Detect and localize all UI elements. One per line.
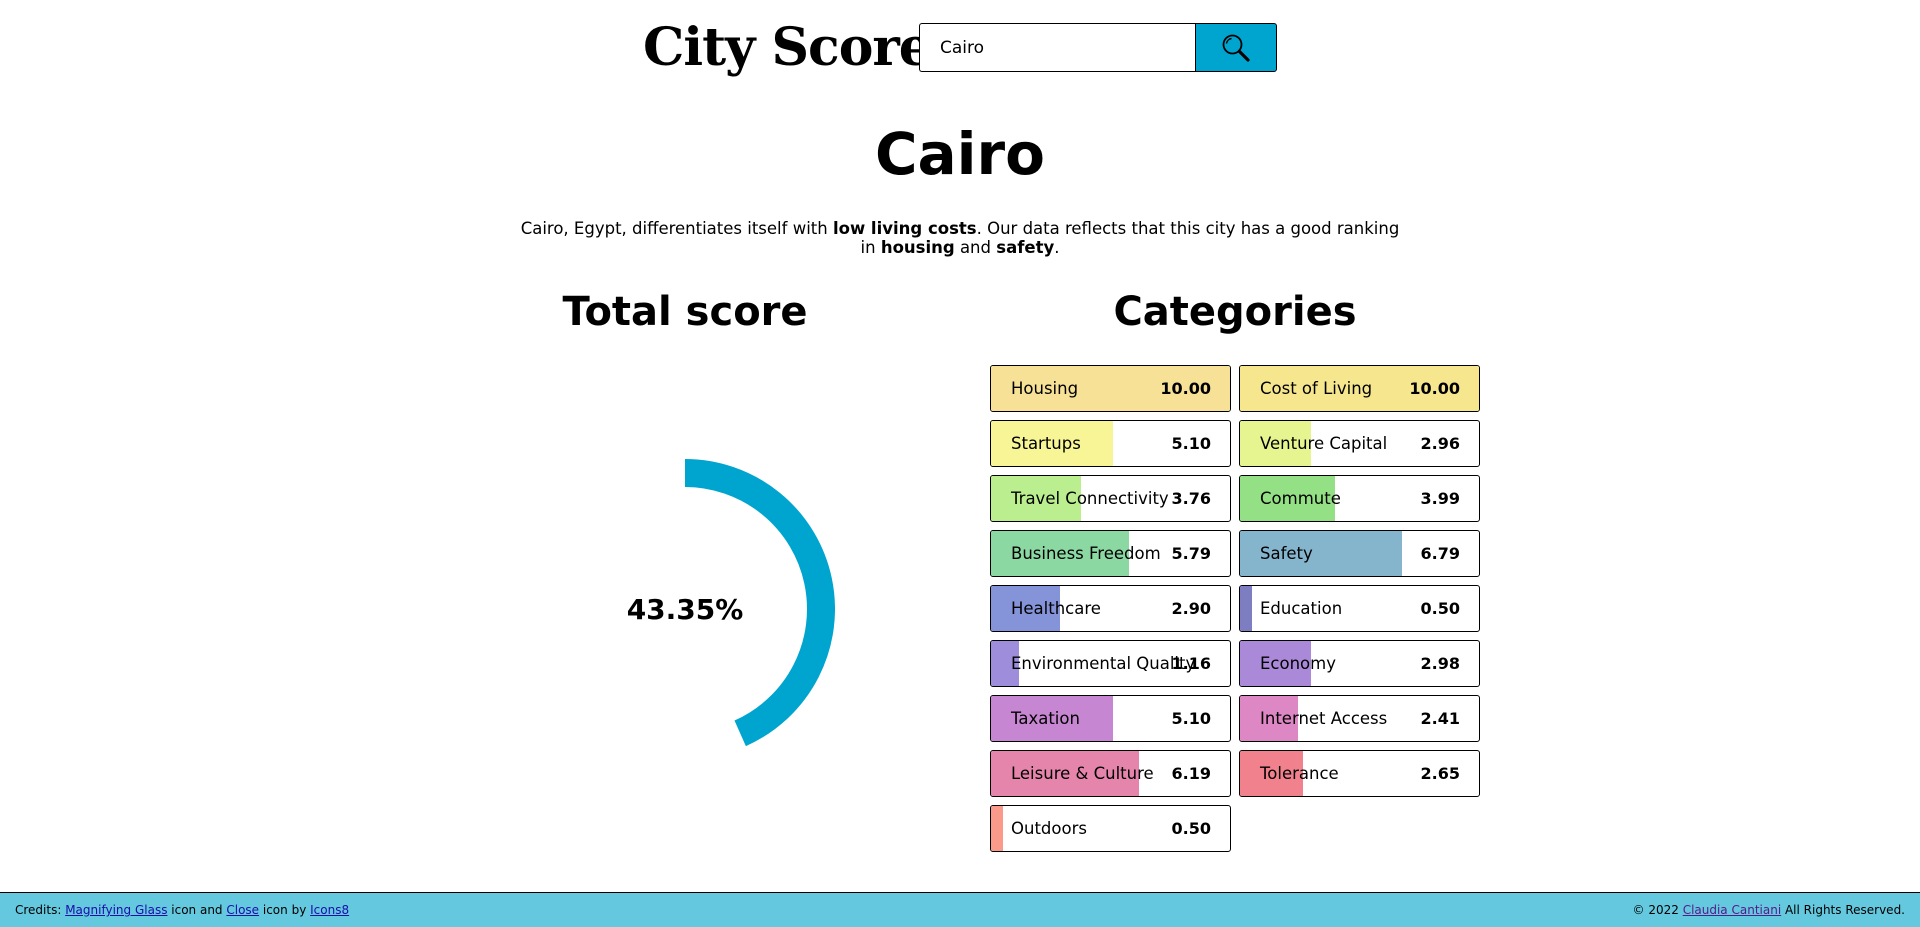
category-item: Safety 6.79 (1239, 530, 1480, 577)
category-score: 6.19 (1171, 764, 1211, 783)
category-score: 6.79 (1420, 544, 1460, 563)
summary-text: Cairo, Egypt, differentiates itself with (520, 219, 833, 238)
credits-text: icon and (167, 903, 227, 917)
category-score: 3.99 (1420, 489, 1460, 508)
footer-copyright: © 2022 Claudia Cantiani All Rights Reser… (1633, 903, 1905, 917)
category-item: Education 0.50 (1239, 585, 1480, 632)
category-name: Outdoors (1011, 819, 1087, 838)
category-item: Healthcare 2.90 (990, 585, 1231, 632)
total-score-donut: 43.35% (535, 459, 835, 759)
category-score: 5.79 (1171, 544, 1211, 563)
search-form (919, 23, 1277, 72)
category-score: 2.96 (1420, 434, 1460, 453)
category-name: Travel Connectivity (1011, 489, 1169, 508)
credits-label: Credits: (15, 903, 66, 917)
category-item: Tolerance 2.65 (1239, 750, 1480, 797)
category-score-bar (1240, 586, 1252, 631)
magnifying-glass-credit-link[interactable]: Magnifying Glass (65, 903, 167, 917)
copyright-text: © 2022 (1632, 903, 1683, 917)
city-title: Cairo (874, 120, 1046, 188)
category-name: Cost of Living (1260, 379, 1373, 398)
copyright-text: All Rights Reserved. (1781, 903, 1905, 917)
search-input[interactable] (919, 23, 1196, 72)
category-item: Outdoors 0.50 (990, 805, 1231, 852)
category-name: Tolerance (1260, 764, 1339, 783)
category-score: 3.76 (1171, 489, 1211, 508)
category-name: Commute (1260, 489, 1341, 508)
magnifying-glass-icon (1222, 34, 1250, 62)
categories-grid: Housing 10.00 Cost of Living 10.00 Startups 5… (990, 365, 1480, 852)
category-name: Healthcare (1011, 599, 1101, 618)
category-score: 5.10 (1171, 434, 1211, 453)
category-score: 2.98 (1420, 654, 1460, 673)
total-score-heading: Total score (562, 289, 808, 335)
category-score: 2.65 (1420, 764, 1460, 783)
category-item: Business Freedom 5.79 (990, 530, 1231, 577)
site-footer: Credits: Magnifying Glass icon and Close… (0, 892, 1920, 927)
category-score: 10.00 (1160, 379, 1211, 398)
category-name: Venture Capital (1260, 434, 1388, 453)
category-item: Internet Access 2.41 (1239, 695, 1480, 742)
category-score: 0.50 (1171, 819, 1211, 838)
credits-text: icon by (259, 903, 311, 917)
category-score: 2.90 (1171, 599, 1211, 618)
category-score: 1.16 (1171, 654, 1211, 673)
category-name: Business Freedom (1011, 544, 1161, 563)
category-name: Environmental Quality (1011, 654, 1196, 673)
city-summary: Cairo, Egypt, differentiates itself with… (520, 219, 1400, 257)
category-score: 10.00 (1409, 379, 1460, 398)
category-item: Cost of Living 10.00 (1239, 365, 1480, 412)
category-name: Education (1260, 599, 1343, 618)
summary-highlight: low living costs (832, 219, 977, 238)
category-name: Safety (1260, 544, 1313, 563)
category-item: Startups 5.10 (990, 420, 1231, 467)
category-item: Housing 10.00 (990, 365, 1231, 412)
category-name: Economy (1260, 654, 1336, 673)
category-name: Internet Access (1260, 709, 1388, 728)
summary-text: . (1054, 238, 1060, 257)
category-name: Housing (1011, 379, 1079, 398)
category-score: 0.50 (1420, 599, 1460, 618)
summary-text: and (954, 238, 997, 257)
category-name: Startups (1011, 434, 1081, 453)
category-item: Commute 3.99 (1239, 475, 1480, 522)
category-score-bar (991, 806, 1003, 851)
category-item: Taxation 5.10 (990, 695, 1231, 742)
total-score-value: 43.35% (626, 592, 744, 626)
category-name: Leisure & Culture (1011, 764, 1154, 783)
author-link[interactable]: Claudia Cantiani (1683, 903, 1781, 917)
icons8-link[interactable]: Icons8 (310, 903, 349, 917)
category-item: Environmental Quality 1.16 (990, 640, 1231, 687)
summary-highlight: housing (880, 238, 955, 257)
site-logo[interactable]: City Score (643, 12, 932, 84)
category-score: 2.41 (1420, 709, 1460, 728)
site-header: City Score (0, 0, 1920, 100)
category-name: Taxation (1011, 709, 1080, 728)
search-button[interactable] (1195, 23, 1277, 72)
category-item: Venture Capital 2.96 (1239, 420, 1480, 467)
category-score: 5.10 (1171, 709, 1211, 728)
category-item: Leisure & Culture 6.19 (990, 750, 1231, 797)
categories-heading: Categories (1113, 289, 1357, 335)
category-item: Economy 2.98 (1239, 640, 1480, 687)
summary-highlight: safety (996, 238, 1055, 257)
close-credit-link[interactable]: Close (226, 903, 259, 917)
category-item: Travel Connectivity 3.76 (990, 475, 1231, 522)
footer-credits: Credits: Magnifying Glass icon and Close… (15, 903, 349, 917)
